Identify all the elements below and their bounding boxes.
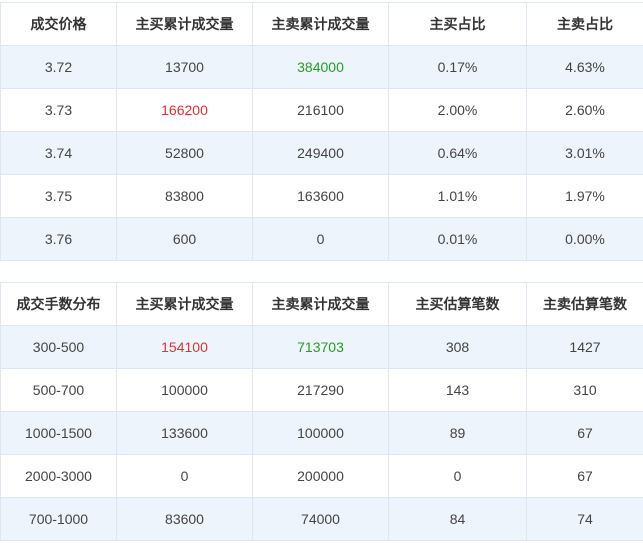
column-header-buy-volume[interactable]: 主买累计成交量 <box>116 282 253 326</box>
cell-sell-volume: 216100 <box>252 88 389 132</box>
trade-distribution-page: 成交价格 主买累计成交量 主卖累计成交量 主买占比 主卖占比 3.72 1370… <box>0 0 643 543</box>
table-row: 3.74 52800 249400 0.64% 3.01% <box>0 131 643 175</box>
cell-buy-volume: 13700 <box>116 45 253 89</box>
cell-buy-volume: 166200 <box>116 88 253 132</box>
cell-buy-volume: 100000 <box>116 368 253 412</box>
cell-buy-volume: 133600 <box>116 411 253 455</box>
column-header-sell-volume[interactable]: 主卖累计成交量 <box>252 282 389 326</box>
column-header-buy-count[interactable]: 主买估算笔数 <box>388 282 527 326</box>
cell-buy-volume: 0 <box>116 454 253 498</box>
table-row: 3.76 600 0 0.01% 0.00% <box>0 217 643 261</box>
cell-price: 3.73 <box>0 88 117 132</box>
cell-buy-volume: 154100 <box>116 325 253 369</box>
table-row: 700-1000 83600 74000 84 74 <box>0 497 643 541</box>
cell-sell-count: 310 <box>526 368 643 412</box>
column-header-lot-range[interactable]: 成交手数分布 <box>0 282 117 326</box>
lot-size-distribution-table: 成交手数分布 主买累计成交量 主卖累计成交量 主买估算笔数 主卖估算笔数 300… <box>0 282 643 541</box>
cell-buy-volume: 83600 <box>116 497 253 541</box>
cell-price: 3.74 <box>0 131 117 175</box>
cell-buy-volume: 600 <box>116 217 253 261</box>
cell-sell-volume: 384000 <box>252 45 389 89</box>
cell-sell-count: 1427 <box>526 325 643 369</box>
cell-buy-ratio: 1.01% <box>388 174 527 218</box>
cell-sell-ratio: 1.97% <box>526 174 643 218</box>
cell-buy-ratio: 0.01% <box>388 217 527 261</box>
cell-sell-volume: 200000 <box>252 454 389 498</box>
cell-sell-count: 74 <box>526 497 643 541</box>
column-header-sell-volume[interactable]: 主卖累计成交量 <box>252 2 389 46</box>
cell-buy-volume: 52800 <box>116 131 253 175</box>
cell-sell-ratio: 4.63% <box>526 45 643 89</box>
cell-lot-range: 2000-3000 <box>0 454 117 498</box>
cell-sell-volume: 0 <box>252 217 389 261</box>
table-row: 3.72 13700 384000 0.17% 4.63% <box>0 45 643 89</box>
table-separator <box>0 262 643 282</box>
cell-buy-ratio: 0.64% <box>388 131 527 175</box>
cell-sell-count: 67 <box>526 454 643 498</box>
cell-sell-count: 67 <box>526 411 643 455</box>
cell-sell-ratio: 0.00% <box>526 217 643 261</box>
column-header-price[interactable]: 成交价格 <box>0 2 117 46</box>
cell-buy-volume: 83800 <box>116 174 253 218</box>
cell-sell-volume: 100000 <box>252 411 389 455</box>
table-row: 2000-3000 0 200000 0 67 <box>0 454 643 498</box>
cell-lot-range: 500-700 <box>0 368 117 412</box>
cell-price: 3.76 <box>0 217 117 261</box>
cell-sell-volume: 74000 <box>252 497 389 541</box>
cell-lot-range: 1000-1500 <box>0 411 117 455</box>
table-row: 500-700 100000 217290 143 310 <box>0 368 643 412</box>
cell-price: 3.75 <box>0 174 117 218</box>
cell-buy-count: 0 <box>388 454 527 498</box>
column-header-buy-volume[interactable]: 主买累计成交量 <box>116 2 253 46</box>
table-row: 3.75 83800 163600 1.01% 1.97% <box>0 174 643 218</box>
table-header-row: 成交手数分布 主买累计成交量 主卖累计成交量 主买估算笔数 主卖估算笔数 <box>0 282 643 326</box>
cell-buy-count: 89 <box>388 411 527 455</box>
cell-sell-volume: 163600 <box>252 174 389 218</box>
table-row: 300-500 154100 713703 308 1427 <box>0 325 643 369</box>
cell-buy-count: 308 <box>388 325 527 369</box>
cell-sell-ratio: 2.60% <box>526 88 643 132</box>
cell-sell-volume: 249400 <box>252 131 389 175</box>
column-header-sell-ratio[interactable]: 主卖占比 <box>526 2 643 46</box>
table-row: 1000-1500 133600 100000 89 67 <box>0 411 643 455</box>
cell-buy-count: 84 <box>388 497 527 541</box>
cell-sell-volume: 713703 <box>252 325 389 369</box>
cell-sell-ratio: 3.01% <box>526 131 643 175</box>
column-header-sell-count[interactable]: 主卖估算笔数 <box>526 282 643 326</box>
cell-buy-ratio: 2.00% <box>388 88 527 132</box>
table-row: 3.73 166200 216100 2.00% 2.60% <box>0 88 643 132</box>
cell-lot-range: 300-500 <box>0 325 117 369</box>
price-distribution-table: 成交价格 主买累计成交量 主卖累计成交量 主买占比 主卖占比 3.72 1370… <box>0 2 643 261</box>
cell-lot-range: 700-1000 <box>0 497 117 541</box>
cell-buy-count: 143 <box>388 368 527 412</box>
table-header-row: 成交价格 主买累计成交量 主卖累计成交量 主买占比 主卖占比 <box>0 2 643 46</box>
column-header-buy-ratio[interactable]: 主买占比 <box>388 2 527 46</box>
cell-sell-volume: 217290 <box>252 368 389 412</box>
cell-price: 3.72 <box>0 45 117 89</box>
cell-buy-ratio: 0.17% <box>388 45 527 89</box>
